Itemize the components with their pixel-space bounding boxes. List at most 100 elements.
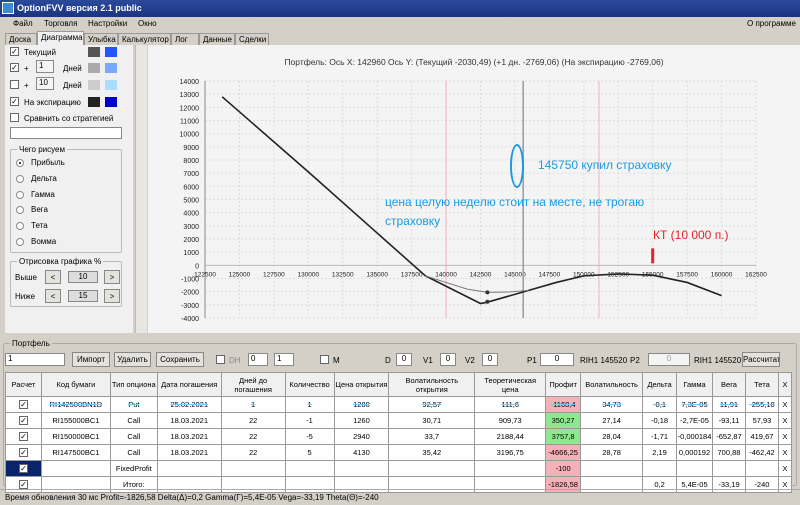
calc-checkbox-cell[interactable]: ✓	[5, 460, 42, 477]
below-increase-button[interactable]: >	[104, 289, 120, 303]
calc-checkbox-cell[interactable]: ✓	[5, 412, 42, 429]
save-button[interactable]: Сохранить	[156, 352, 204, 367]
calculate-button[interactable]: Рассчитать	[742, 352, 780, 367]
column-header[interactable]: X	[777, 372, 793, 397]
menu-settings[interactable]: Настройки	[88, 19, 127, 28]
plus10-color-swatch[interactable]	[88, 80, 100, 90]
above-decrease-button[interactable]: <	[45, 270, 61, 284]
payoff-chart[interactable]: 1225001250001275001300001325001350001375…	[148, 45, 800, 333]
remove-row-button[interactable]: X	[777, 396, 793, 413]
calc-checkbox[interactable]: ✓	[18, 480, 28, 489]
column-header[interactable]: Дней до погашения	[220, 372, 286, 397]
plus1-color-swatch-2[interactable]	[105, 63, 117, 73]
tab-deals[interactable]: Сделки	[235, 33, 269, 45]
m-checkbox[interactable]	[320, 355, 329, 364]
below-value[interactable]: 15	[68, 290, 98, 302]
tab-data[interactable]: Данные	[199, 33, 235, 45]
menu-file[interactable]: Файл	[13, 19, 33, 28]
plus1-color-swatch[interactable]	[88, 63, 100, 73]
expiration-color-swatch-2[interactable]	[105, 97, 117, 107]
current-color-swatch[interactable]	[88, 47, 100, 57]
column-header[interactable]: Профит	[545, 372, 582, 397]
column-header[interactable]: Тип опциона	[109, 372, 158, 397]
left-panel-scrollbar[interactable]	[135, 45, 147, 333]
delete-button[interactable]: Удалить	[114, 352, 151, 367]
table-row[interactable]: ✓ RI142500BN1D Put 25.02.2021 1 1 1280 92,57 111…	[5, 396, 793, 413]
column-header[interactable]: Количество	[284, 372, 335, 397]
payoff-chart-area: 1225001250001275001300001325001350001375…	[148, 45, 800, 333]
plus1-days-input[interactable]: 1	[36, 60, 54, 73]
diagram-settings-panel: ✓ Текущий ✓ + 1 Дней + 10 Дней ✓ На эксп…	[5, 45, 133, 333]
tab-board[interactable]: Доска	[5, 33, 37, 45]
radio-profit[interactable]	[16, 159, 24, 167]
expiration-checkbox[interactable]: ✓	[10, 97, 19, 106]
tab-smile[interactable]: Улыбка	[84, 33, 118, 45]
plus1-checkbox[interactable]: ✓	[10, 63, 19, 72]
column-header[interactable]: Дата погашения	[156, 372, 222, 397]
strategy-select[interactable]	[10, 127, 122, 139]
column-header[interactable]: Тета	[744, 372, 779, 397]
remove-row-button[interactable]: X	[777, 428, 793, 445]
column-header[interactable]: Дельта	[642, 372, 678, 397]
radio-gamma[interactable]	[16, 191, 24, 199]
compare-checkbox[interactable]	[10, 113, 19, 122]
radio-vega[interactable]	[16, 206, 24, 214]
table-cell: Call	[109, 444, 158, 461]
dh-spinner-1[interactable]: 0	[248, 353, 268, 366]
calc-checkbox[interactable]: ✓	[18, 416, 28, 425]
column-header[interactable]: Теоретическая цена	[474, 372, 547, 397]
remove-row-button[interactable]: X	[777, 444, 793, 461]
column-header[interactable]: Вега	[712, 372, 746, 397]
below-decrease-button[interactable]: <	[45, 289, 61, 303]
table-row[interactable]: ✓ RI150000BC1 Call 18.03.2021 22 -5 2940 33,7 21…	[5, 428, 793, 445]
expiration-color-swatch[interactable]	[88, 97, 100, 107]
calc-checkbox-cell[interactable]: ✓	[5, 444, 42, 461]
d-input[interactable]: 0	[396, 353, 412, 366]
calc-checkbox-cell[interactable]: ✓	[5, 428, 42, 445]
dh-checkbox[interactable]	[216, 355, 225, 364]
column-header[interactable]: Волатильность открытия	[388, 372, 476, 397]
v2-input[interactable]: 0	[482, 353, 498, 366]
plus10-days-input[interactable]: 10	[36, 77, 54, 90]
current-checkbox[interactable]: ✓	[10, 47, 19, 56]
remove-row-button[interactable]: X	[777, 412, 793, 429]
above-value[interactable]: 10	[68, 271, 98, 283]
calc-checkbox[interactable]: ✓	[18, 448, 28, 457]
tab-log[interactable]: Лог	[171, 33, 199, 45]
calc-checkbox-cell[interactable]: ✓	[5, 396, 42, 413]
radio-vomma[interactable]	[16, 238, 24, 246]
radio-delta[interactable]	[16, 175, 24, 183]
table-cell	[676, 460, 713, 477]
calc-checkbox[interactable]: ✓	[18, 464, 28, 473]
dh-spinner-2[interactable]: 1	[274, 353, 294, 366]
calc-checkbox[interactable]: ✓	[18, 432, 28, 441]
p1-input[interactable]: 0	[540, 353, 574, 366]
p2-label: P2	[630, 356, 640, 365]
table-row[interactable]: ✓ RI155000BC1 Call 18.03.2021 22 -1 1260 30,71 9…	[5, 412, 793, 429]
current-color-swatch-2[interactable]	[105, 47, 117, 57]
plus10-color-swatch-2[interactable]	[105, 80, 117, 90]
y-tick-label: 9000	[183, 145, 199, 152]
y-tick-label: 7000	[183, 171, 199, 178]
portfolio-select[interactable]: 1	[5, 353, 65, 366]
tab-calculator[interactable]: Калькулятор	[118, 33, 171, 45]
table-row[interactable]: ✓ RI147500BC1 Call 18.03.2021 22 5 4130 35,42 31…	[5, 444, 793, 461]
menu-about[interactable]: О программе	[747, 19, 796, 28]
column-header[interactable]: Волатильность	[580, 372, 644, 397]
remove-row-button[interactable]: X	[777, 460, 793, 477]
p2-input[interactable]: 0	[648, 353, 690, 366]
column-header[interactable]: Гамма	[676, 372, 713, 397]
column-header[interactable]: Код бумаги	[40, 372, 111, 397]
above-increase-button[interactable]: >	[104, 270, 120, 284]
calc-checkbox[interactable]: ✓	[18, 400, 28, 409]
menu-window[interactable]: Окно	[138, 19, 157, 28]
table-row[interactable]: ✓ FixedProfit -100 X	[5, 460, 793, 477]
column-header[interactable]: Цена открытия	[333, 372, 390, 397]
column-header[interactable]: Расчет	[5, 372, 42, 397]
v1-input[interactable]: 0	[440, 353, 456, 366]
menu-trading[interactable]: Торговля	[44, 19, 77, 28]
import-button[interactable]: Импорт	[72, 352, 110, 367]
tab-diagram[interactable]: Диаграмма	[37, 31, 84, 45]
plus10-checkbox[interactable]	[10, 80, 19, 89]
radio-theta[interactable]	[16, 222, 24, 230]
